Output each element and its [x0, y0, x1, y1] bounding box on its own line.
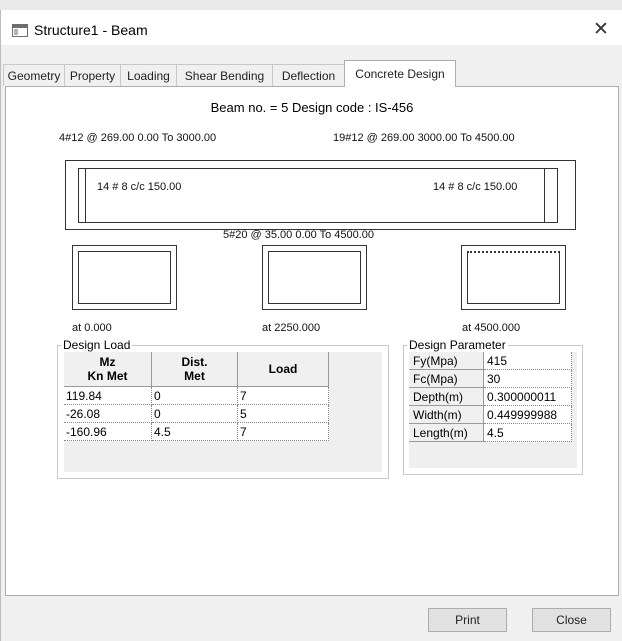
section-at-end [461, 245, 566, 310]
cell-dist[interactable]: 0 [151, 386, 238, 405]
tab-deflection[interactable]: Deflection [272, 64, 345, 86]
cell-load[interactable]: 7 [237, 386, 329, 405]
cell-load[interactable]: 5 [237, 404, 329, 423]
parameter-row[interactable]: Length(m) 4.5 [409, 423, 572, 442]
section-inner-outline [467, 251, 560, 304]
cell-mz[interactable]: -160.96 [64, 422, 152, 441]
close-button[interactable]: Close [532, 608, 611, 632]
column-header-dist: Dist. Met [151, 352, 238, 387]
design-load-title: Design Load [61, 338, 133, 352]
cell-load[interactable]: 7 [237, 422, 329, 441]
tab-loading[interactable]: Loading [120, 64, 177, 86]
concrete-design-panel: Beam no. = 5 Design code : IS-456 4#12 @… [5, 86, 619, 596]
beam-left-end-line [78, 168, 79, 223]
design-load-group: Design Load Mz Kn Met Dist. Met Load 119.8… [57, 338, 389, 479]
column-header-load: Load [237, 352, 329, 387]
section-at-mid [262, 245, 367, 310]
parameter-row[interactable]: Fy(Mpa) 415 [409, 352, 572, 370]
column-header-mz: Mz Kn Met [64, 352, 152, 387]
parameter-value[interactable]: 30 [483, 369, 572, 388]
bottom-rebar-label: 5#20 @ 35.00 0.00 To 4500.00 [223, 229, 375, 241]
parameter-label: Length(m) [409, 423, 484, 442]
design-parameter-table: Fy(Mpa) 415 Fc(Mpa) 30 Depth(m) 0.300000011… [409, 352, 572, 442]
table-row[interactable]: -160.96 4.5 7 [64, 422, 329, 441]
tab-geometry[interactable]: Geometry [3, 64, 65, 86]
parameter-row[interactable]: Width(m) 0.449999988 [409, 405, 572, 424]
section-end-label: at 4500.000 [462, 322, 521, 334]
print-button[interactable]: Print [428, 608, 507, 632]
window-close-icon[interactable]: ✕ [593, 18, 609, 41]
stirrup-right-label: 14 # 8 c/c 150.00 [433, 181, 518, 193]
parameter-value[interactable]: 4.5 [483, 423, 572, 442]
design-parameter-grid: Fy(Mpa) 415 Fc(Mpa) 30 Depth(m) 0.300000011… [409, 352, 577, 468]
beam-right-end-line-inner [544, 168, 545, 223]
top-left-rebar-label: 4#12 @ 269.00 0.00 To 3000.00 [59, 132, 217, 144]
table-row[interactable]: 119.84 0 7 [64, 386, 329, 405]
top-right-rebar-label: 19#12 @ 269.00 3000.00 To 4500.00 [333, 132, 515, 144]
tab-concrete-design[interactable]: Concrete Design [344, 60, 456, 87]
table-row[interactable]: -26.08 0 5 [64, 404, 329, 423]
title-bar: Structure1 - Beam ✕ [1, 10, 622, 45]
cell-mz[interactable]: 119.84 [64, 386, 152, 405]
beam-window: Structure1 - Beam ✕ Geometry Property Lo… [0, 10, 622, 641]
parameter-value[interactable]: 0.449999988 [483, 405, 572, 424]
design-header: Beam no. = 5 Design code : IS-456 [210, 100, 414, 115]
window-title: Structure1 - Beam [34, 22, 148, 38]
beam-left-end-line-inner [85, 168, 86, 223]
table-header-row: Mz Kn Met Dist. Met Load [64, 352, 329, 387]
parameter-label: Depth(m) [409, 387, 484, 406]
design-parameter-title: Design Parameter [407, 338, 508, 352]
design-load-table: Mz Kn Met Dist. Met Load 119.84 0 7 -26.08… [64, 352, 329, 441]
tab-shear-bending[interactable]: Shear Bending [176, 64, 273, 86]
parameter-value[interactable]: 0.300000011 [483, 387, 572, 406]
parameter-value[interactable]: 415 [483, 352, 572, 370]
cell-mz[interactable]: -26.08 [64, 404, 152, 423]
tab-property[interactable]: Property [64, 64, 121, 86]
section-at-start [72, 245, 177, 310]
cell-dist[interactable]: 4.5 [151, 422, 238, 441]
design-load-grid: Mz Kn Met Dist. Met Load 119.84 0 7 -26.08… [64, 352, 382, 472]
parameter-row[interactable]: Depth(m) 0.300000011 [409, 387, 572, 406]
section-mid-label: at 2250.000 [262, 322, 321, 334]
beam-elevation-diagram: 14 # 8 c/c 150.00 14 # 8 c/c 150.00 [65, 160, 576, 230]
app-window-icon [12, 24, 28, 37]
cell-dist[interactable]: 0 [151, 404, 238, 423]
beam-right-end-line [557, 168, 558, 223]
beam-top-rebar-line [78, 168, 558, 169]
stirrup-left-label: 14 # 8 c/c 150.00 [97, 181, 182, 193]
beam-bottom-rebar-line [78, 222, 558, 223]
design-parameter-group: Design Parameter Fy(Mpa) 415 Fc(Mpa) 30 De… [403, 338, 583, 475]
parameter-label: Width(m) [409, 405, 484, 424]
section-start-label: at 0.000 [72, 322, 112, 334]
parameter-label: Fc(Mpa) [409, 369, 484, 388]
section-inner-outline [268, 251, 361, 304]
parameter-label: Fy(Mpa) [409, 352, 484, 370]
parameter-row[interactable]: Fc(Mpa) 30 [409, 369, 572, 388]
section-inner-outline [78, 251, 171, 304]
